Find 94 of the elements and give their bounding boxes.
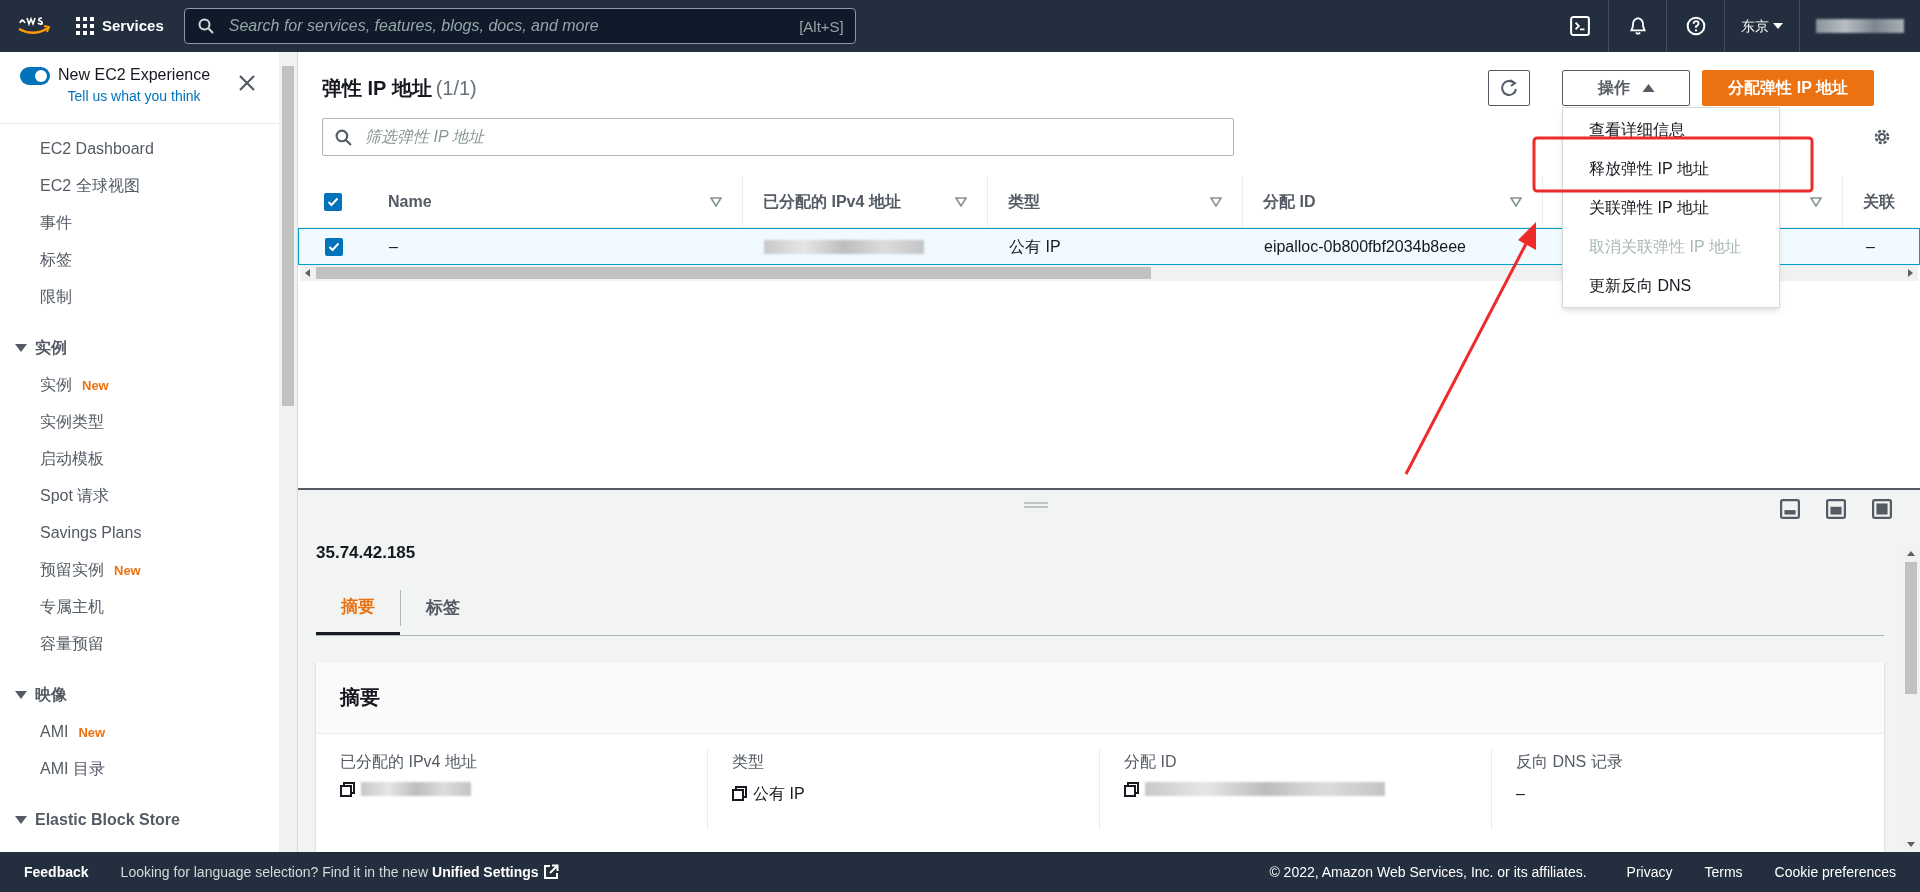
nav-link[interactable]: 专属主机 (40, 594, 104, 619)
refresh-icon (1499, 78, 1520, 98)
sort-icon[interactable] (1210, 196, 1222, 207)
nav-link[interactable]: Savings Plans (40, 520, 142, 545)
scrollbar[interactable] (279, 52, 297, 852)
field-label: 类型 (732, 751, 765, 772)
resize-handle-icon[interactable] (1024, 502, 1048, 508)
close-icon[interactable] (239, 75, 255, 91)
column-header[interactable]: 已分配的 IPv4 地址 (763, 189, 901, 214)
feedback-link[interactable]: Feedback (24, 861, 89, 883)
sort-icon[interactable] (955, 196, 967, 207)
column-header[interactable]: 类型 (1008, 189, 1040, 214)
aws-logo-icon (16, 15, 52, 37)
column-header[interactable]: 关联 (1863, 189, 1895, 214)
nav-link[interactable]: 标签 (0, 241, 279, 278)
actions-button[interactable]: 操作 (1562, 70, 1691, 106)
menu-item[interactable]: 更新反向 DNS (1563, 266, 1779, 305)
nav-link[interactable]: 容量预留 (40, 631, 104, 656)
detail-title: 35.74.42.185 (316, 542, 417, 564)
scroll-right-icon (1906, 269, 1914, 277)
copy-icon[interactable] (340, 781, 355, 797)
nav-section-header[interactable]: 实例 (0, 329, 67, 366)
terminal-icon (1569, 16, 1590, 36)
nav-link[interactable]: Spot 请求 (40, 483, 110, 508)
copy-icon[interactable] (732, 786, 747, 801)
shortcut-hint: [Alt+S] (799, 17, 844, 37)
new-label: New (78, 723, 106, 742)
card-title: 摘要 (340, 685, 380, 710)
field-label: 已分配的 IPv4 地址 (340, 751, 478, 772)
table-cell-text: 公有 IP (1009, 236, 1061, 257)
column-header[interactable]: 分配 ID (1263, 189, 1316, 214)
menu-item[interactable]: 关联弹性 IP 地址 (1563, 188, 1779, 227)
field-label: 分配 ID (1124, 751, 1178, 772)
nav-link[interactable]: 实例类型 (40, 409, 104, 434)
toggle-switch[interactable] (20, 67, 50, 85)
nav-link[interactable]: 限制 (0, 278, 279, 315)
footer-link[interactable]: Cookie preferences (1774, 861, 1896, 883)
column-header[interactable]: Name (388, 189, 432, 214)
menu-item[interactable]: 释放弹性 IP 地址 (1563, 149, 1779, 188)
grid-icon (76, 17, 94, 35)
table-cell-text: eipalloc-0b800fbf2034b8eee (1264, 236, 1466, 257)
sort-icon[interactable] (710, 196, 722, 207)
nav-link[interactable]: AMI (40, 719, 69, 744)
unified-settings-link[interactable]: Unified Settings (432, 861, 559, 883)
search-icon (335, 129, 352, 146)
scroll-up-icon (1907, 550, 1915, 558)
copy-icon[interactable] (1124, 781, 1139, 797)
field-value: 公有 IP (753, 783, 805, 804)
scroll-left-icon (304, 269, 312, 277)
nav-link[interactable]: EC2 Dashboard (0, 130, 279, 167)
services-menu[interactable]: Services (76, 14, 164, 38)
nav-link[interactable]: AMI 目录 (40, 756, 105, 781)
checkbox[interactable] (325, 237, 343, 256)
checkbox[interactable] (324, 192, 342, 211)
nav-link[interactable]: 预留实例 (40, 557, 104, 582)
check-icon (328, 240, 340, 253)
footer-link[interactable]: Terms (1704, 861, 1743, 883)
nav-link[interactable]: EC2 全球视图 (0, 167, 279, 204)
search-icon (197, 18, 214, 34)
table-cell-text: – (1866, 236, 1875, 257)
nav-link[interactable]: 事件 (0, 204, 279, 241)
panel-layout-icon[interactable] (1826, 499, 1846, 519)
field-value: – (1516, 783, 1525, 804)
panel-title: 弹性 IP 地址 (322, 76, 432, 101)
external-link-icon (542, 864, 559, 880)
copyright-text: © 2022, Amazon Web Services, Inc. or its affiliates. (1269, 862, 1587, 882)
help-icon (1685, 16, 1706, 36)
bell-icon (1627, 16, 1648, 36)
refresh-button[interactable] (1488, 70, 1531, 106)
sort-icon[interactable] (1810, 196, 1822, 207)
caret-icon (1773, 22, 1783, 30)
language-note: Looking for language selection? Find it in the new (120, 862, 429, 882)
nav-section-header[interactable]: 映像 (0, 676, 67, 713)
blurred-account-name[interactable] (1816, 19, 1904, 33)
feedback-link[interactable]: Tell us what you think (67, 86, 201, 107)
nav-link[interactable]: 启动模板 (40, 446, 104, 471)
filter-field[interactable]: 筛选弹性 IP 地址 (322, 118, 1234, 156)
table-cell-text: – (389, 236, 398, 257)
experience-label: New EC2 Experience (58, 65, 211, 85)
scroll-down-icon (1907, 840, 1915, 848)
sort-icon[interactable] (1510, 196, 1522, 207)
footer-link[interactable]: Privacy (1626, 861, 1673, 883)
new-label: New (82, 376, 109, 395)
new-label: New (114, 561, 141, 580)
item-count: (1/1) (435, 76, 477, 101)
panel-layout-icon[interactable] (1780, 499, 1800, 519)
tab[interactable]: 标签 (401, 581, 485, 635)
settings-icon[interactable] (1872, 127, 1892, 147)
panel-layout-icon[interactable] (1872, 499, 1892, 519)
menu-item[interactable]: 查看详细信息 (1563, 110, 1779, 149)
field-label: 反向 DNS 记录 (1516, 751, 1624, 772)
nav-section-header[interactable]: Elastic Block Store (0, 801, 180, 838)
nav-link[interactable]: 实例 (40, 372, 72, 397)
check-icon (327, 195, 339, 208)
